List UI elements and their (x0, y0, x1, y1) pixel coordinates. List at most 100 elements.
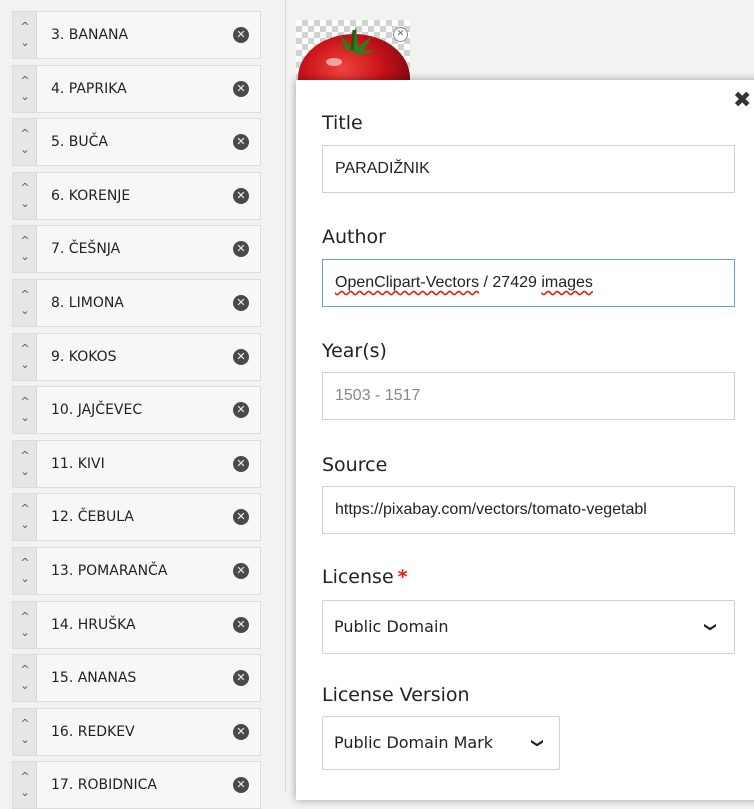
list-item-label: 8. LIMONA (51, 295, 124, 311)
list-item-label: 12. ČEBULA (51, 509, 134, 526)
move-up-icon[interactable]: ^ (13, 611, 37, 622)
remove-icon[interactable]: ✕ (233, 295, 249, 311)
list-item[interactable]: ^ ⌄ 17. ROBIDNICA ✕ (12, 761, 261, 809)
reorder-handle[interactable]: ^ ⌄ (13, 333, 37, 380)
move-down-icon[interactable]: ⌄ (13, 359, 37, 370)
remove-icon[interactable]: ✕ (233, 134, 249, 151)
reorder-handle[interactable]: ^ ⌄ (13, 280, 37, 326)
move-up-icon[interactable]: ^ (13, 450, 37, 461)
list-item[interactable]: ^ ⌄ 3. BANANA ✕ (12, 11, 261, 59)
move-up-icon[interactable]: ^ (13, 557, 37, 568)
list-item-label: 15. ANANAS (51, 670, 137, 687)
author-input[interactable]: OpenClipart-Vectors / 27429 images (322, 259, 735, 307)
year-input[interactable]: 1503 - 1517 (322, 372, 735, 420)
move-up-icon[interactable]: ^ (13, 128, 37, 139)
chevron-down-icon: ❯ (531, 737, 546, 749)
list-item[interactable]: ^ ⌄ 5. BUČA ✕ (12, 118, 261, 167)
list-item-label: 10. JAJČEVEC (51, 402, 143, 419)
license-select[interactable]: Public Domain ❯ (322, 600, 735, 654)
remove-icon[interactable]: ✕ (233, 80, 249, 97)
reorder-handle[interactable]: ^ ⌄ (13, 226, 37, 273)
author-name-text: OpenClipart-Vectors (335, 274, 480, 291)
reorder-handle[interactable]: ^ ⌄ (13, 12, 37, 58)
move-down-icon[interactable]: ⌄ (13, 144, 37, 155)
license-version-select[interactable]: Public Domain Mark ❯ (322, 716, 560, 770)
list-item[interactable]: ^ ⌄ 15. ANANAS ✕ (12, 654, 261, 703)
list-item[interactable]: ^ ⌄ 9. KOKOS ✕ (12, 332, 261, 381)
list-item[interactable]: ^ ⌄ 8. LIMONA ✕ (12, 279, 261, 327)
move-down-icon[interactable]: ⌄ (13, 37, 37, 48)
license-label: License * (322, 566, 408, 588)
list-item[interactable]: ^ ⌄ 4. PAPRIKA ✕ (12, 64, 261, 113)
reorder-handle[interactable]: ^ ⌄ (13, 548, 37, 594)
item-list: ^ ⌄ 3. BANANA ✕ ^ ⌄ 4. PAPRIKA ✕ ^ ⌄ 5. BUČA ✕ ^ ⌄ 6. … (0, 0, 263, 809)
move-down-icon[interactable]: ⌄ (13, 412, 37, 423)
list-item[interactable]: ^ ⌄ 7. ČEŠNJA ✕ (12, 225, 261, 274)
remove-icon[interactable]: ✕ (233, 509, 249, 526)
remove-icon[interactable]: ✕ (233, 723, 249, 740)
move-down-icon[interactable]: ⌄ (13, 519, 37, 530)
move-up-icon[interactable]: ^ (13, 396, 37, 407)
move-up-icon[interactable]: ^ (13, 718, 37, 729)
list-item[interactable]: ^ ⌄ 11. KIVI ✕ (12, 439, 261, 488)
license-version-selected-value: Public Domain Mark (334, 733, 494, 752)
remove-icon[interactable]: ✕ (233, 563, 249, 579)
list-item-label: 17. ROBIDNICA (51, 777, 157, 794)
title-input[interactable]: PARADIŽNIK (322, 145, 735, 193)
reorder-handle[interactable]: ^ ⌄ (13, 708, 37, 755)
remove-image-icon[interactable]: ✕ (393, 27, 408, 42)
move-down-icon[interactable]: ⌄ (13, 787, 37, 798)
move-up-icon[interactable]: ^ (13, 75, 37, 86)
close-icon[interactable]: ✖ (733, 88, 751, 114)
move-down-icon[interactable]: ⌄ (13, 734, 37, 745)
move-up-icon[interactable]: ^ (13, 503, 37, 514)
move-down-icon[interactable]: ⌄ (13, 466, 37, 477)
move-down-icon[interactable]: ⌄ (13, 91, 37, 102)
remove-icon[interactable]: ✕ (233, 616, 249, 633)
move-up-icon[interactable]: ^ (13, 343, 37, 354)
reorder-handle[interactable]: ^ ⌄ (13, 655, 37, 702)
list-item[interactable]: ^ ⌄ 6. KORENJE ✕ (12, 171, 261, 220)
list-item[interactable]: ^ ⌄ 14. HRUŠKA ✕ (12, 600, 261, 649)
move-up-icon[interactable]: ^ (13, 664, 37, 675)
remove-icon[interactable]: ✕ (233, 348, 249, 365)
remove-icon[interactable]: ✕ (233, 187, 249, 204)
image-thumbnail[interactable] (296, 20, 410, 82)
reorder-handle[interactable]: ^ ⌄ (13, 601, 37, 648)
move-down-icon[interactable]: ⌄ (13, 198, 37, 209)
move-down-icon[interactable]: ⌄ (13, 573, 37, 584)
move-up-icon[interactable]: ^ (13, 21, 37, 32)
reorder-handle[interactable]: ^ ⌄ (13, 119, 37, 166)
move-down-icon[interactable]: ⌄ (13, 680, 37, 691)
reorder-handle[interactable]: ^ ⌄ (13, 172, 37, 219)
reorder-handle[interactable]: ^ ⌄ (13, 387, 37, 434)
list-item[interactable]: ^ ⌄ 16. REDKEV ✕ (12, 707, 261, 756)
remove-icon[interactable]: ✕ (233, 27, 249, 43)
list-item[interactable]: ^ ⌄ 13. POMARANČA ✕ (12, 547, 261, 595)
reorder-handle[interactable]: ^ ⌄ (13, 762, 37, 809)
remove-icon[interactable]: ✕ (233, 402, 249, 419)
move-up-icon[interactable]: ^ (13, 182, 37, 193)
move-down-icon[interactable]: ⌄ (13, 305, 37, 316)
list-item-label: 11. KIVI (51, 455, 105, 472)
move-up-icon[interactable]: ^ (13, 771, 37, 782)
license-label-text: License (322, 566, 394, 588)
move-up-icon[interactable]: ^ (13, 289, 37, 300)
list-item[interactable]: ^ ⌄ 10. JAJČEVEC ✕ (12, 386, 261, 435)
remove-icon[interactable]: ✕ (233, 670, 249, 687)
list-item[interactable]: ^ ⌄ 12. ČEBULA ✕ (12, 493, 261, 542)
move-down-icon[interactable]: ⌄ (13, 251, 37, 262)
list-item-label: 13. POMARANČA (51, 563, 168, 579)
source-input[interactable]: https://pixabay.com/vectors/tomato-veget… (322, 486, 735, 534)
remove-icon[interactable]: ✕ (233, 241, 249, 258)
list-item-label: 3. BANANA (51, 27, 129, 43)
move-up-icon[interactable]: ^ (13, 235, 37, 246)
chevron-down-icon: ❯ (704, 621, 719, 633)
remove-icon[interactable]: ✕ (233, 455, 249, 472)
reorder-handle[interactable]: ^ ⌄ (13, 440, 37, 487)
year-label: Year(s) (322, 340, 387, 362)
reorder-handle[interactable]: ^ ⌄ (13, 65, 37, 112)
list-item-label: 16. REDKEV (51, 723, 135, 740)
reorder-handle[interactable]: ^ ⌄ (13, 494, 37, 541)
move-down-icon[interactable]: ⌄ (13, 627, 37, 638)
